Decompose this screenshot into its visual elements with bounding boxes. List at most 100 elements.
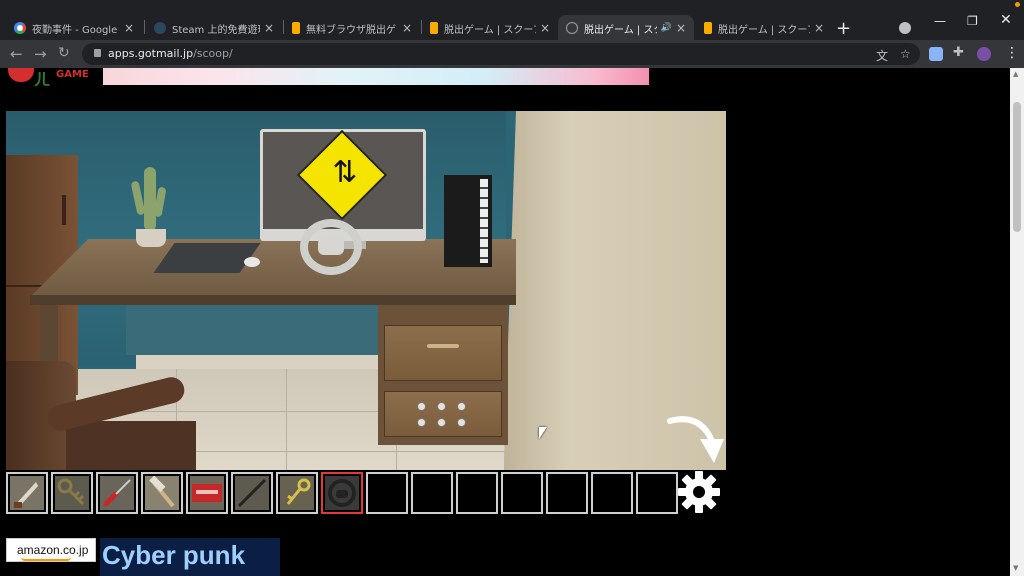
minimize-icon[interactable]: — (934, 14, 946, 28)
scroll-up-icon[interactable]: ▲ (1013, 70, 1018, 78)
inventory-slot-empty[interactable] (366, 472, 408, 514)
globe-icon (566, 22, 578, 34)
logo-mark: ㄦ (34, 70, 51, 89)
screwdriver-icon (100, 476, 134, 510)
inventory-slot-key[interactable] (51, 472, 93, 514)
inventory-slot-card[interactable] (186, 472, 228, 514)
back-icon[interactable]: ← (10, 45, 23, 63)
inventory-slot-knife[interactable] (6, 472, 48, 514)
inventory-slot-empty[interactable] (456, 472, 498, 514)
game-site-icon (704, 22, 712, 34)
tab-title: 脱出ゲーム | スクープ (718, 24, 810, 36)
translate-icon[interactable]: 文 (876, 47, 888, 64)
address-bar[interactable]: apps.gotmail.jp/scoop/ 文 ☆ (82, 43, 920, 65)
amazon-label: amazon.co.jp (17, 543, 89, 557)
browser-tab-1[interactable]: 夜勤事件 - Google 搜 × (6, 14, 142, 42)
inventory-slot-empty[interactable] (546, 472, 588, 514)
new-tab-button[interactable]: + (836, 18, 851, 39)
lock-button[interactable] (457, 418, 466, 427)
armchair[interactable] (6, 361, 196, 470)
card-icon (190, 476, 224, 510)
close-icon[interactable]: × (540, 21, 550, 35)
steering-wheel-hub (318, 237, 344, 255)
menu-kebab-icon[interactable]: ⋮ (1005, 45, 1019, 61)
scrollbar-thumb[interactable] (1013, 102, 1021, 232)
inventory-slot-empty[interactable] (636, 472, 678, 514)
recording-dot-icon (1015, 2, 1020, 7)
heart-logo-icon (8, 68, 34, 82)
inventory-slot-small-key[interactable] (276, 472, 318, 514)
desk-edge (30, 295, 516, 305)
window-close-icon[interactable]: ✕ (1000, 12, 1012, 28)
bookmark-star-icon[interactable]: ☆ (900, 47, 911, 61)
tab-title: 脱出ゲーム | スクープ (444, 24, 536, 36)
floor-tile-line (286, 369, 287, 470)
close-icon[interactable]: × (124, 21, 134, 35)
browser-tab-5-active[interactable]: 脱出ゲーム | スク 🔊 × (558, 15, 694, 41)
settings-gear-icon[interactable] (676, 469, 722, 515)
tab-title: Steam 上的免費遊玩游 (172, 24, 260, 36)
tab-title: 脱出ゲーム | スク (584, 24, 657, 36)
speaker-icon[interactable]: 🔊 (661, 23, 672, 33)
forward-icon[interactable]: → (34, 45, 47, 63)
google-icon (14, 22, 26, 34)
bottom-drawer-lock[interactable] (384, 391, 502, 437)
restore-icon[interactable]: ❐ (967, 14, 978, 28)
tab-separator (144, 20, 145, 34)
page-scrollbar[interactable]: ▲ ▼ (1010, 68, 1024, 576)
inventory-slot-steering-wheel[interactable] (321, 472, 363, 514)
reload-icon[interactable]: ↻ (58, 45, 70, 61)
browser-tab-2[interactable]: Steam 上的免費遊玩游 × (146, 14, 282, 42)
inventory-slot-hammer[interactable] (141, 472, 183, 514)
scroll-down-icon[interactable]: ▼ (1013, 564, 1018, 572)
inventory-slot-empty[interactable] (411, 472, 453, 514)
page-content: ㄦ GAME ⇅ amazon.co.jp Cyber punk (0, 68, 1010, 576)
lock-button[interactable] (437, 402, 446, 411)
cactus-icon[interactable] (144, 167, 156, 231)
inventory-slot-screwdriver[interactable] (96, 472, 138, 514)
logo-text: GAME (56, 69, 89, 80)
browser-tab-6[interactable]: 脱出ゲーム | スクープ × (696, 14, 832, 42)
desk-back-panel (126, 305, 382, 355)
url-text: apps.gotmail.jp/scoop/ (108, 47, 233, 60)
small-key-icon (280, 476, 314, 510)
inventory-slot-empty[interactable] (591, 472, 633, 514)
cactus-pot[interactable] (136, 229, 166, 247)
lock-button[interactable] (417, 402, 426, 411)
browser-tab-4[interactable]: 脱出ゲーム | スクープ × (422, 14, 558, 42)
turn-around-arrow-icon[interactable] (666, 411, 726, 467)
game-site-icon (430, 22, 438, 34)
steam-icon (154, 22, 166, 34)
top-ad-banner[interactable] (103, 68, 649, 85)
lock-button[interactable] (437, 418, 446, 427)
speaker-device[interactable] (444, 175, 492, 267)
puzzle-extensions-icon[interactable]: ✚ (953, 45, 967, 60)
computer-mouse[interactable] (244, 257, 260, 267)
close-icon[interactable]: × (676, 21, 686, 35)
steering-wheel-icon (325, 476, 359, 510)
tab-title: 夜勤事件 - Google 搜 (32, 24, 120, 36)
amazon-ad[interactable]: amazon.co.jp (6, 538, 96, 562)
browser-tab-3[interactable]: 無料ブラウザ脱出ゲ × (284, 14, 420, 42)
inventory-slot-rod[interactable] (231, 472, 273, 514)
close-icon[interactable]: × (402, 21, 412, 35)
inventory-slot-empty[interactable] (501, 472, 543, 514)
inventory-bar (6, 472, 682, 514)
cyberpunk-ad[interactable]: Cyber punk (100, 538, 280, 576)
lock-button[interactable] (417, 418, 426, 427)
browser-tab-strip: 夜勤事件 - Google 搜 × Steam 上的免費遊玩游 × 無料ブラウザ… (0, 0, 1024, 42)
game-scene[interactable]: ⇅ (6, 111, 726, 470)
close-icon[interactable]: × (814, 21, 824, 35)
tab-search-icon[interactable] (899, 22, 911, 34)
site-logo[interactable]: ㄦ GAME (6, 68, 96, 89)
url-path: /scoop/ (193, 47, 233, 60)
browser-toolbar: ← → ↻ apps.gotmail.jp/scoop/ 文 ☆ ✚ ⋮ (0, 40, 1024, 68)
tab-title: 無料ブラウザ脱出ゲ (306, 24, 396, 36)
close-icon[interactable]: × (264, 21, 274, 35)
top-drawer[interactable] (384, 325, 502, 381)
lock-button[interactable] (457, 402, 466, 411)
url-host: apps.gotmail.jp (108, 47, 194, 60)
drawer-unit (378, 305, 508, 445)
profile-avatar[interactable] (977, 47, 991, 61)
extension-icon[interactable] (929, 47, 943, 61)
